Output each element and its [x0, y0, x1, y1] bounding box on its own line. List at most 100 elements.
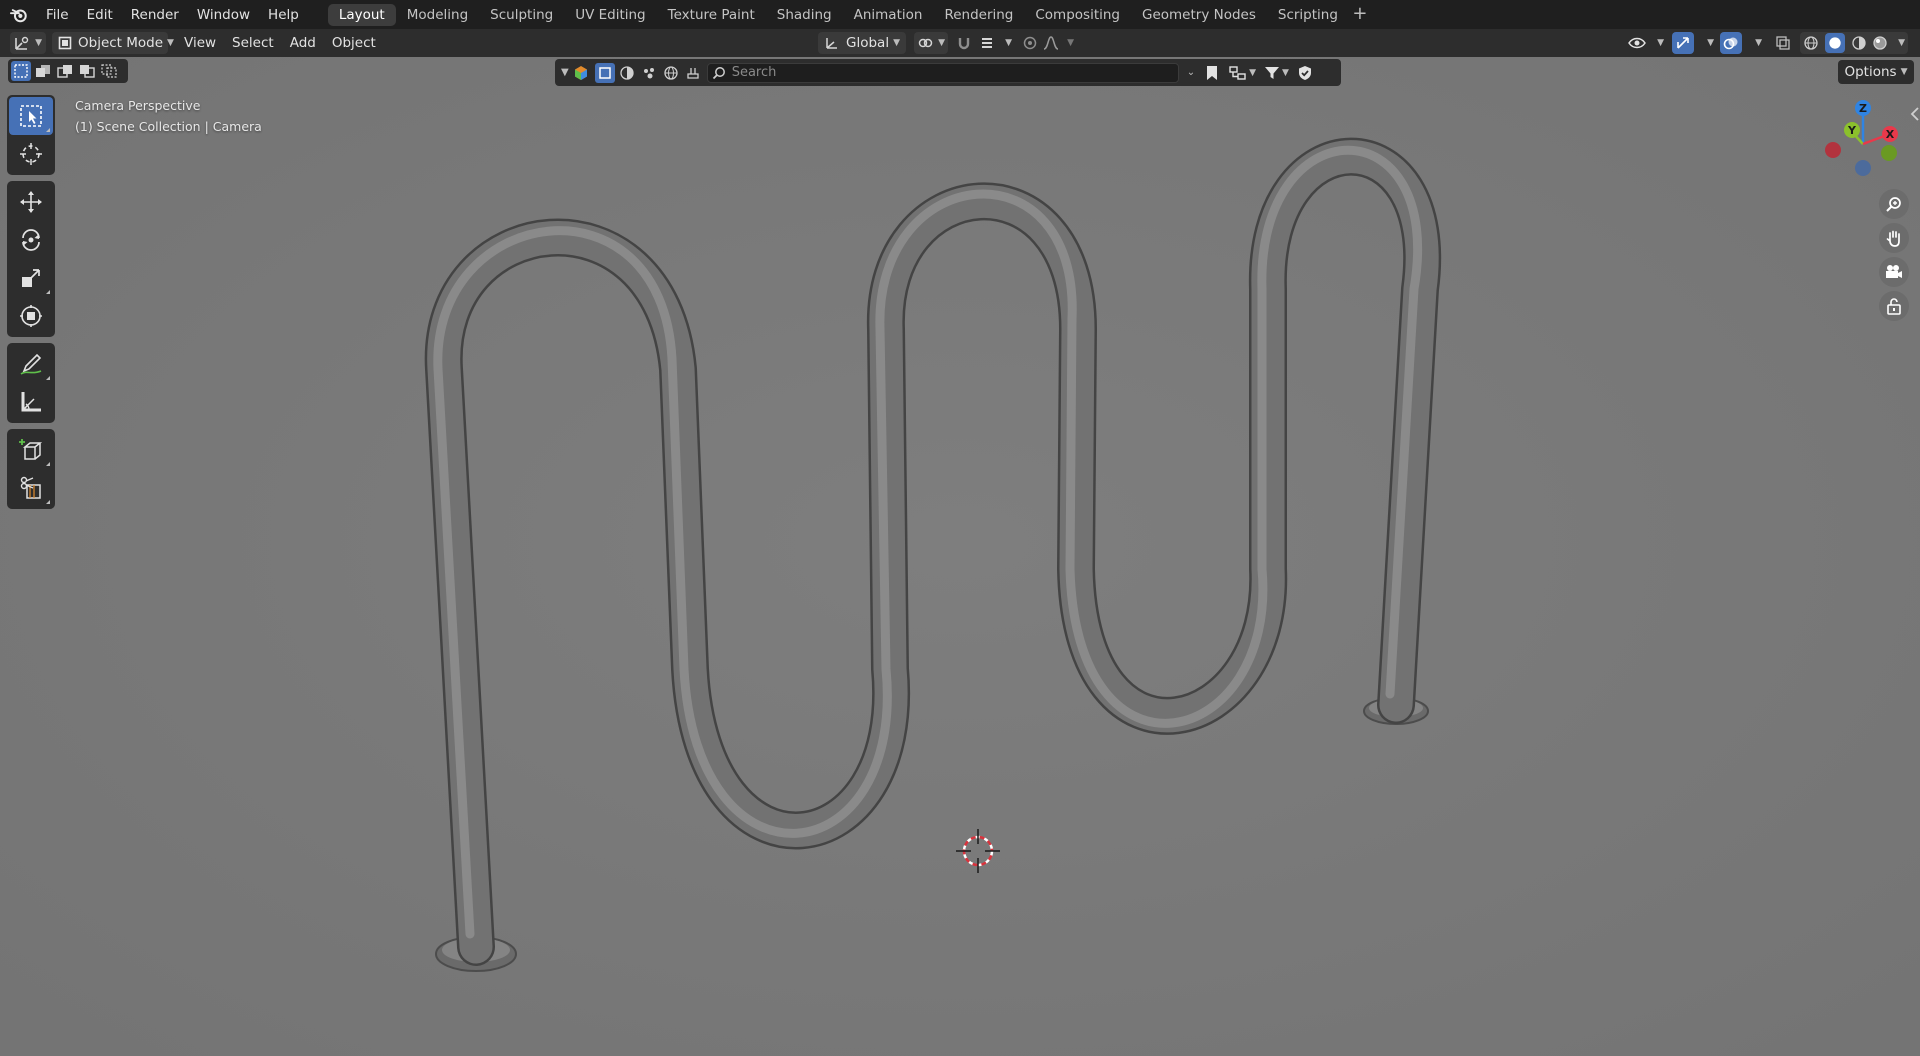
material-sphere-icon[interactable] [619, 65, 635, 81]
chevron-down-icon[interactable]: ⌄ [1187, 67, 1195, 78]
viewport-header: ▼ Object Mode ▼ View Select Add Object G… [0, 29, 1920, 57]
tool-variants-indicator [46, 376, 50, 380]
move-arrows-icon [20, 191, 42, 213]
chevron-down-icon: ▼ [1657, 38, 1664, 48]
scene-collection-icon[interactable] [573, 65, 589, 81]
tab-modeling[interactable]: Modeling [396, 4, 479, 26]
menu-file[interactable]: File [37, 4, 78, 26]
tool-variants-indicator [46, 500, 50, 504]
svg-text:Y: Y [1847, 124, 1857, 137]
menu-render[interactable]: Render [122, 4, 188, 26]
select-new-icon[interactable] [11, 61, 31, 81]
tab-rendering[interactable]: Rendering [933, 4, 1024, 26]
menu-object[interactable]: Object [324, 32, 384, 54]
add-cube-tool[interactable] [9, 431, 53, 469]
chevron-down-icon: ▼ [1067, 38, 1074, 48]
tab-texture-paint[interactable]: Texture Paint [657, 4, 766, 26]
add-workspace-plus-icon[interactable]: + [1349, 3, 1371, 26]
tab-scripting[interactable]: Scripting [1267, 4, 1349, 26]
menu-window[interactable]: Window [188, 4, 259, 26]
filter-funnel-icon[interactable] [1264, 65, 1280, 81]
shield-check-icon[interactable] [1297, 65, 1313, 81]
chevron-down-icon[interactable]: ▼ [1249, 68, 1256, 78]
xray-toggle[interactable] [1772, 32, 1794, 54]
bike-rack-mesh[interactable] [0, 29, 1920, 1056]
menu-add[interactable]: Add [282, 32, 324, 54]
search-input[interactable] [731, 65, 1172, 80]
move-tool[interactable] [9, 183, 53, 221]
tab-sculpting[interactable]: Sculpting [479, 4, 564, 26]
world-globe-icon[interactable] [663, 65, 679, 81]
tool-group-select [7, 95, 55, 175]
tab-shading[interactable]: Shading [766, 4, 843, 26]
menu-view[interactable]: View [176, 32, 224, 54]
overlays-toggle[interactable]: ▼ [1720, 32, 1762, 54]
bookmark-icon[interactable] [1205, 65, 1219, 81]
select-extend-icon[interactable] [33, 61, 53, 81]
options-label: Options [1844, 64, 1897, 80]
select-intersect-icon[interactable] [99, 61, 119, 81]
tab-compositing[interactable]: Compositing [1024, 4, 1131, 26]
pan-hand-icon[interactable] [1879, 223, 1909, 253]
tab-geometry-nodes[interactable]: Geometry Nodes [1131, 4, 1267, 26]
zoom-icon[interactable] [1879, 189, 1909, 219]
proportional-editing-controls[interactable]: ▼ [1020, 32, 1076, 54]
neg-x-axis-icon [1825, 142, 1841, 158]
transform-orientation-dropdown[interactable]: Global ▼ [818, 32, 906, 54]
hierarchy-icon[interactable] [1229, 65, 1247, 81]
material-preview-icon[interactable] [1851, 35, 1867, 51]
chevron-down-icon: ▼ [1898, 38, 1905, 48]
3d-cursor-icon [956, 829, 1000, 873]
measure-ruler-icon [21, 392, 41, 412]
measure-tool[interactable] [9, 383, 53, 421]
select-box-tool[interactable] [9, 97, 53, 135]
navigation-gizmo[interactable]: Z Y X [1818, 99, 1908, 189]
menu-help[interactable]: Help [259, 4, 308, 26]
annotate-tool[interactable] [9, 345, 53, 383]
sidebar-toggle-chevron-icon[interactable] [1908, 105, 1920, 123]
3d-viewport[interactable]: ▼ Object Mode ▼ View Select Add Object G… [0, 29, 1920, 1056]
scale-icon [22, 269, 40, 287]
menu-select[interactable]: Select [224, 32, 282, 54]
chevron-down-icon[interactable]: ▼ [561, 67, 569, 78]
cursor-tool[interactable] [9, 135, 53, 173]
options-dropdown[interactable]: Options ▼ [1838, 60, 1914, 84]
tab-uv-editing[interactable]: UV Editing [564, 4, 656, 26]
solid-shading-icon[interactable] [1824, 33, 1845, 53]
outliner-search-field[interactable] [706, 62, 1179, 83]
overlays-icon [1720, 32, 1742, 54]
select-subtract-icon[interactable] [55, 61, 75, 81]
particles-icon[interactable] [641, 65, 657, 81]
navigation-buttons [1879, 189, 1911, 325]
gizmo-arrows-icon [1672, 32, 1694, 54]
gizmo-toggle[interactable]: ▼ [1672, 32, 1714, 54]
snap-increment-icon [981, 38, 992, 48]
scale-tool[interactable] [9, 259, 53, 297]
transform-icon [20, 305, 42, 327]
gizmo-axis-z: Z [1855, 100, 1871, 116]
pivot-point-dropdown[interactable]: ▼ [914, 32, 948, 54]
mode-dropdown[interactable]: Object Mode ▼ [52, 32, 174, 54]
rendered-shading-icon[interactable] [1872, 35, 1888, 51]
chevron-down-icon[interactable]: ▼ [1282, 68, 1289, 78]
snapping-controls[interactable]: ▼ [954, 32, 1014, 54]
rotate-tool[interactable] [9, 221, 53, 259]
camera-view-icon[interactable] [1879, 257, 1909, 287]
select-invert-icon[interactable] [77, 61, 97, 81]
tab-animation[interactable]: Animation [843, 4, 934, 26]
object-filter-icon[interactable] [594, 62, 615, 83]
knife-tool[interactable] [9, 469, 53, 507]
add-cube-icon [19, 439, 43, 460]
wireframe-shading-icon[interactable] [1803, 35, 1819, 51]
visibility-dropdown[interactable]: ▼ [1628, 32, 1664, 54]
lock-icon[interactable] [1879, 291, 1909, 321]
viewport-info-overlay: Camera Perspective (1) Scene Collection … [75, 95, 262, 137]
tab-layout[interactable]: Layout [327, 3, 396, 26]
pencil-annotate-icon [20, 353, 42, 375]
selection-mode-group [8, 59, 128, 83]
brush-icon[interactable] [685, 65, 701, 81]
editor-type-dropdown[interactable]: ▼ [10, 32, 46, 54]
transform-tool[interactable] [9, 297, 53, 335]
menu-edit[interactable]: Edit [78, 4, 122, 26]
blender-logo-icon[interactable] [7, 3, 31, 27]
